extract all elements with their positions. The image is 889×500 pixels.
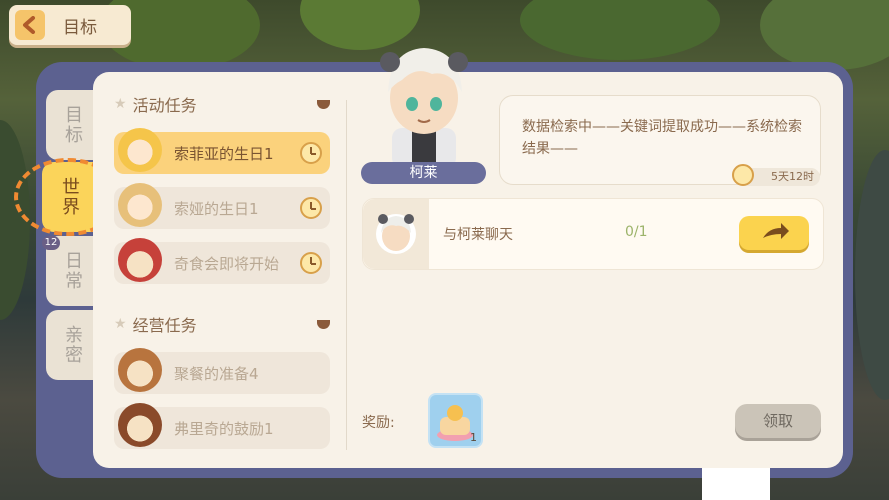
back-button[interactable]: 目标 bbox=[9, 5, 131, 45]
section-activity-header[interactable]: ★ 活动任务 bbox=[114, 92, 330, 116]
task-item[interactable]: 索菲亚的生日1 bbox=[114, 128, 330, 174]
background-tree bbox=[855, 150, 889, 400]
clock-icon bbox=[300, 142, 322, 164]
avatar bbox=[118, 238, 162, 282]
task-item[interactable]: 索娅的生日1 bbox=[114, 183, 330, 229]
clock-icon bbox=[300, 252, 322, 274]
dialog-text: 数据检索中——关键词提取成功——系统检索结果—— bbox=[522, 119, 802, 157]
collapse-icon bbox=[317, 99, 330, 109]
task-label: 聚餐的准备4 bbox=[174, 365, 259, 383]
collapse-icon bbox=[317, 319, 330, 329]
star-icon: ★ bbox=[114, 316, 127, 332]
character-portrait bbox=[372, 40, 476, 168]
character-name: 柯莱 bbox=[361, 162, 486, 184]
task-label: 弗里奇的鼓励1 bbox=[174, 420, 274, 438]
task-item[interactable]: 奇食会即将开始 bbox=[114, 238, 330, 284]
quest-label: 与柯莱聊天 bbox=[443, 227, 513, 243]
section-business-header[interactable]: ★ 经营任务 bbox=[114, 312, 330, 336]
quest-card: 与柯莱聊天 0/1 bbox=[362, 198, 824, 270]
task-item[interactable]: 弗里奇的鼓励1 bbox=[114, 403, 330, 449]
back-arrow-icon bbox=[15, 10, 45, 40]
background-tree bbox=[520, 0, 720, 60]
section-title: 活动任务 bbox=[132, 96, 197, 115]
reward-item[interactable]: 1 bbox=[428, 393, 483, 448]
reward-label: 奖励: bbox=[362, 415, 395, 431]
avatar bbox=[118, 128, 162, 172]
task-label: 索菲亚的生日1 bbox=[174, 145, 274, 163]
quest-avatar bbox=[363, 199, 429, 269]
star-icon: ★ bbox=[114, 96, 127, 112]
overlay-strip bbox=[702, 468, 770, 500]
section-title: 经营任务 bbox=[132, 316, 197, 335]
arrow-right-icon bbox=[763, 223, 789, 239]
go-button[interactable] bbox=[739, 216, 809, 250]
back-label: 目标 bbox=[63, 17, 97, 38]
background-tree bbox=[760, 0, 889, 70]
panel-divider bbox=[346, 100, 347, 450]
quest-progress: 0/1 bbox=[625, 224, 648, 240]
tab-intimacy[interactable]: 亲密 bbox=[46, 310, 98, 380]
avatar bbox=[118, 403, 162, 447]
clock-icon bbox=[300, 197, 322, 219]
task-label: 奇食会即将开始 bbox=[174, 255, 280, 273]
reward-quantity: 1 bbox=[470, 431, 477, 444]
avatar bbox=[118, 348, 162, 392]
tab-count-badge: 12 bbox=[42, 236, 60, 250]
claim-button[interactable]: 领取 bbox=[735, 404, 821, 438]
task-label: 索娅的生日1 bbox=[174, 200, 259, 218]
clock-icon bbox=[732, 164, 754, 186]
avatar bbox=[118, 183, 162, 227]
task-item[interactable]: 聚餐的准备4 bbox=[114, 348, 330, 394]
tab-goal[interactable]: 目标 bbox=[46, 90, 98, 160]
